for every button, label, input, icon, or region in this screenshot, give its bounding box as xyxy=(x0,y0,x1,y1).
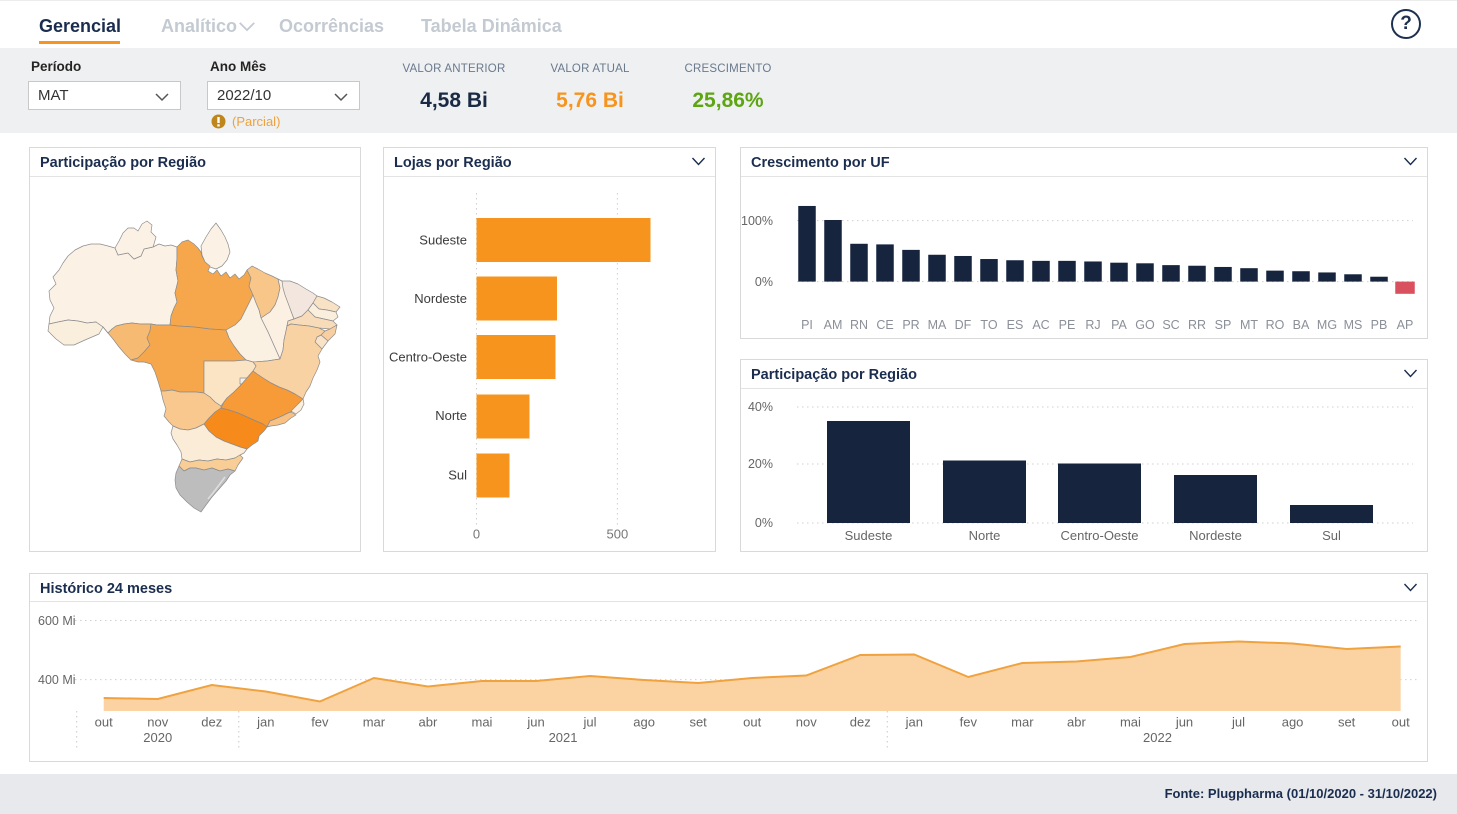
svg-text:jan: jan xyxy=(905,715,923,730)
svg-text:ago: ago xyxy=(633,715,655,730)
svg-text:jun: jun xyxy=(1175,715,1193,730)
svg-text:set: set xyxy=(1338,715,1356,730)
svg-text:GO: GO xyxy=(1135,318,1155,332)
svg-text:500: 500 xyxy=(607,527,629,542)
svg-text:mar: mar xyxy=(1011,715,1034,730)
svg-text:RN: RN xyxy=(850,318,868,332)
svg-text:BA: BA xyxy=(1293,318,1310,332)
svg-text:ES: ES xyxy=(1007,318,1024,332)
svg-text:dez: dez xyxy=(201,715,222,730)
svg-text:20%: 20% xyxy=(748,457,773,471)
svg-text:TO: TO xyxy=(980,318,997,332)
svg-text:jun: jun xyxy=(526,715,544,730)
svg-text:AC: AC xyxy=(1032,318,1049,332)
svg-text:set: set xyxy=(689,715,707,730)
svg-text:mar: mar xyxy=(363,715,386,730)
svg-text:AP: AP xyxy=(1397,318,1414,332)
svg-text:Centro-Oeste: Centro-Oeste xyxy=(1060,528,1138,543)
svg-text:SP: SP xyxy=(1215,318,1232,332)
svg-text:AM: AM xyxy=(824,318,843,332)
svg-text:2022: 2022 xyxy=(1143,730,1172,745)
svg-text:PE: PE xyxy=(1059,318,1076,332)
svg-text:MT: MT xyxy=(1240,318,1258,332)
svg-text:2020: 2020 xyxy=(143,730,172,745)
svg-text:out: out xyxy=(95,715,113,730)
svg-text:abr: abr xyxy=(1067,715,1086,730)
svg-text:ago: ago xyxy=(1282,715,1304,730)
svg-text:RJ: RJ xyxy=(1085,318,1100,332)
svg-text:jan: jan xyxy=(256,715,274,730)
svg-text:0%: 0% xyxy=(755,516,773,530)
svg-text:600 Mi: 600 Mi xyxy=(38,614,76,628)
svg-text:Sul: Sul xyxy=(448,468,467,483)
svg-text:jul: jul xyxy=(583,715,597,730)
svg-text:400 Mi: 400 Mi xyxy=(38,673,76,687)
svg-text:RO: RO xyxy=(1266,318,1285,332)
svg-text:MS: MS xyxy=(1344,318,1363,332)
svg-text:dez: dez xyxy=(850,715,871,730)
svg-text:40%: 40% xyxy=(748,400,773,414)
svg-text:abr: abr xyxy=(419,715,438,730)
svg-text:PA: PA xyxy=(1111,318,1127,332)
svg-text:fev: fev xyxy=(311,715,329,730)
svg-text:Norte: Norte xyxy=(435,408,467,423)
svg-text:MG: MG xyxy=(1317,318,1337,332)
svg-text:jul: jul xyxy=(1231,715,1245,730)
svg-text:100%: 100% xyxy=(741,214,773,228)
svg-text:Nordeste: Nordeste xyxy=(414,291,467,306)
svg-text:Norte: Norte xyxy=(969,528,1001,543)
svg-text:Sudeste: Sudeste xyxy=(419,233,467,248)
svg-text:DF: DF xyxy=(955,318,972,332)
svg-text:mai: mai xyxy=(472,715,493,730)
svg-text:PR: PR xyxy=(902,318,919,332)
svg-text:MA: MA xyxy=(928,318,947,332)
svg-text:out: out xyxy=(743,715,761,730)
svg-text:RR: RR xyxy=(1188,318,1206,332)
svg-text:Centro-Oeste: Centro-Oeste xyxy=(389,350,467,365)
svg-text:out: out xyxy=(1392,715,1410,730)
svg-text:Nordeste: Nordeste xyxy=(1189,528,1242,543)
svg-text:nov: nov xyxy=(796,715,817,730)
svg-text:nov: nov xyxy=(147,715,168,730)
svg-text:Sudeste: Sudeste xyxy=(845,528,893,543)
svg-text:fev: fev xyxy=(960,715,978,730)
svg-text:0%: 0% xyxy=(755,275,773,289)
svg-text:CE: CE xyxy=(876,318,893,332)
svg-text:0: 0 xyxy=(473,527,480,542)
svg-text:2021: 2021 xyxy=(549,730,578,745)
svg-text:Sul: Sul xyxy=(1322,528,1341,543)
svg-text:mai: mai xyxy=(1120,715,1141,730)
svg-text:SC: SC xyxy=(1162,318,1179,332)
svg-text:PB: PB xyxy=(1371,318,1388,332)
svg-text:PI: PI xyxy=(801,318,813,332)
